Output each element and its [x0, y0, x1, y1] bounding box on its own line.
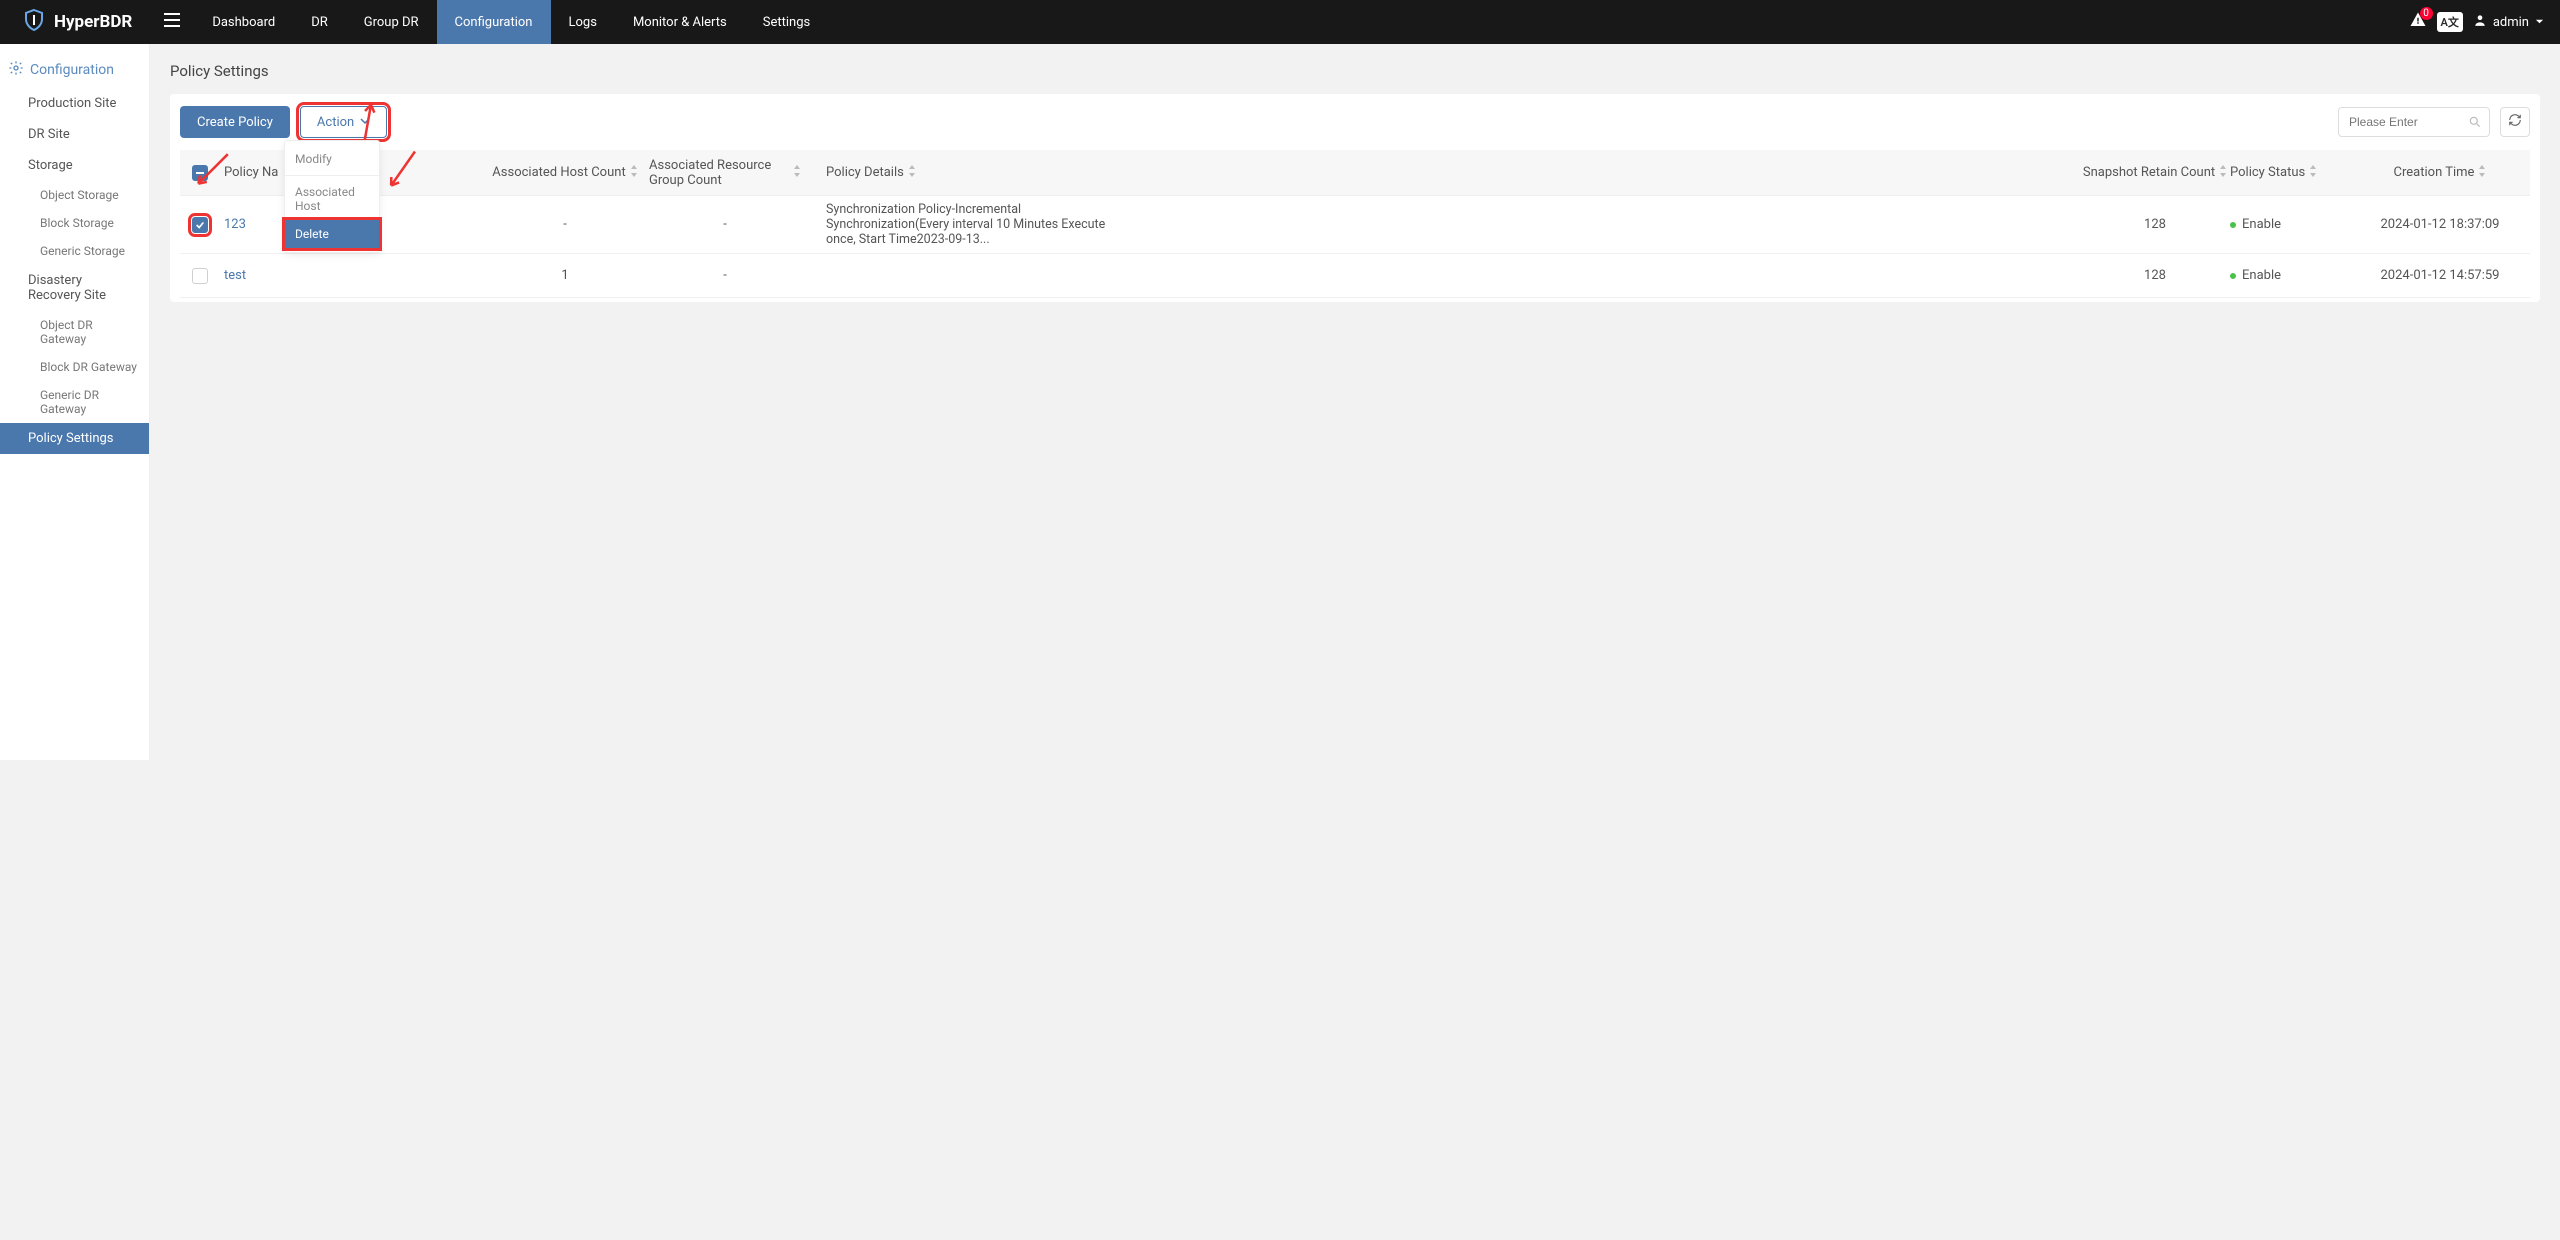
topbar: HyperBDR Dashboard DR Group DR Configura…	[0, 0, 2560, 44]
col-host-count[interactable]: Associated Host Count	[492, 165, 637, 181]
brand-text: HyperBDR	[54, 12, 132, 32]
cell-host-count: -	[490, 217, 640, 232]
action-label: Action	[317, 115, 354, 130]
user-menu[interactable]: admin	[2473, 13, 2544, 31]
sort-icon	[2309, 165, 2317, 181]
dropdown-item-associated-host[interactable]: Associated Host	[285, 178, 379, 220]
status-dot-icon	[2230, 273, 2236, 279]
nav-monitor-alerts[interactable]: Monitor & Alerts	[615, 0, 745, 44]
cell-creation-time: 2024-01-12 14:57:59	[2350, 268, 2530, 283]
search-wrap	[2338, 107, 2490, 137]
cell-snapshot-count: 128	[2080, 268, 2230, 283]
cell-creation-time: 2024-01-12 18:37:09	[2350, 217, 2530, 232]
sidebar-item-generic-storage[interactable]: Generic Storage	[0, 237, 149, 265]
sidebar-item-block-dr-gateway[interactable]: Block DR Gateway	[0, 353, 149, 381]
nav-group-dr[interactable]: Group DR	[346, 0, 437, 44]
sidebar-item-generic-dr-gateway[interactable]: Generic DR Gateway	[0, 381, 149, 423]
toolbar-right	[2338, 107, 2530, 137]
sort-icon	[630, 165, 638, 181]
sidebar-item-object-storage[interactable]: Object Storage	[0, 181, 149, 209]
sort-icon	[2478, 165, 2486, 181]
cell-snapshot-count: 128	[2080, 217, 2230, 232]
refresh-icon	[2508, 113, 2522, 131]
policy-table: Policy Na Associated Host Count Associat…	[180, 150, 2530, 298]
dropdown-item-modify[interactable]: Modify	[285, 145, 379, 173]
policy-panel: Create Policy Action Modify Associated H…	[170, 94, 2540, 302]
gear-icon	[8, 60, 24, 80]
refresh-button[interactable]	[2500, 107, 2530, 137]
cell-policy-details: Synchronization Policy-Incremental Synch…	[826, 202, 1106, 247]
col-policy-status[interactable]: Policy Status	[2230, 165, 2317, 181]
hamburger-icon	[163, 12, 181, 32]
body-layout: Configuration Production Site DR Site St…	[0, 44, 2560, 760]
top-nav: Dashboard DR Group DR Configuration Logs…	[194, 0, 828, 44]
sidebar-item-dr-site[interactable]: DR Site	[0, 119, 149, 150]
dropdown-item-delete[interactable]: Delete	[285, 220, 379, 248]
nav-logs[interactable]: Logs	[551, 0, 615, 44]
action-dropdown-button[interactable]: Action	[300, 106, 387, 138]
alerts-button[interactable]: 0	[2409, 11, 2427, 33]
alerts-count-badge: 0	[2420, 7, 2433, 20]
sidebar-header: Configuration	[0, 56, 149, 88]
brand-shield-icon	[22, 8, 46, 37]
select-all-checkbox[interactable]	[192, 165, 208, 181]
cell-res-group: -	[640, 268, 810, 283]
sidebar-item-policy-settings[interactable]: Policy Settings	[0, 423, 149, 454]
dropdown-divider	[285, 175, 379, 176]
cell-host-count: 1	[490, 268, 640, 283]
create-policy-button[interactable]: Create Policy	[180, 106, 290, 138]
policy-name-link[interactable]: 123	[224, 217, 246, 232]
row-checkbox[interactable]	[192, 268, 208, 284]
nav-dashboard[interactable]: Dashboard	[194, 0, 293, 44]
col-creation-time[interactable]: Creation Time	[2394, 165, 2487, 181]
row-checkbox[interactable]	[192, 217, 208, 233]
main-content: Policy Settings Create Policy Action Mod…	[150, 44, 2560, 760]
hamburger-menu-button[interactable]	[150, 0, 194, 44]
col-policy-name[interactable]: Policy Na	[224, 165, 278, 180]
policy-name-link[interactable]: test	[224, 268, 246, 283]
table-row: 123 - - Synchronization Policy-Increment…	[180, 196, 2530, 254]
sort-icon	[908, 165, 916, 181]
caret-down-icon	[2535, 15, 2544, 30]
user-icon	[2473, 13, 2487, 31]
col-policy-details[interactable]: Policy Details	[826, 165, 916, 181]
sidebar-item-production-site[interactable]: Production Site	[0, 88, 149, 119]
toolbar: Create Policy Action Modify Associated H…	[180, 106, 2530, 150]
sidebar-item-disaster-recovery-site[interactable]: Disastery Recovery Site	[0, 265, 149, 311]
nav-settings[interactable]: Settings	[745, 0, 828, 44]
nav-configuration[interactable]: Configuration	[437, 0, 551, 44]
sort-icon	[793, 165, 801, 181]
language-toggle[interactable]: A文	[2437, 12, 2463, 32]
sidebar-item-block-storage[interactable]: Block Storage	[0, 209, 149, 237]
cell-res-group: -	[640, 217, 810, 232]
status-dot-icon	[2230, 222, 2236, 228]
chevron-down-icon	[360, 115, 370, 130]
page-title: Policy Settings	[170, 62, 2540, 80]
sidebar-item-storage[interactable]: Storage	[0, 150, 149, 181]
col-snapshot-count[interactable]: Snapshot Retain Count	[2083, 165, 2227, 181]
action-dropdown-menu: Modify Associated Host Delete	[284, 140, 380, 253]
sidebar-header-label: Configuration	[30, 62, 114, 78]
cell-status: Enable	[2230, 268, 2350, 283]
table-row: test 1 - 128 Enable 2024-01-12 14:57:59	[180, 254, 2530, 298]
table-header-row: Policy Na Associated Host Count Associat…	[180, 150, 2530, 196]
brand: HyperBDR	[0, 8, 150, 37]
bell-alert-icon	[2409, 18, 2427, 33]
user-name: admin	[2493, 15, 2529, 30]
sidebar: Configuration Production Site DR Site St…	[0, 44, 150, 760]
topbar-right: 0 A文 admin	[2409, 11, 2560, 33]
cell-status: Enable	[2230, 217, 2350, 232]
col-resource-group[interactable]: Associated Resource Group Count	[649, 158, 801, 188]
sidebar-item-object-dr-gateway[interactable]: Object DR Gateway	[0, 311, 149, 353]
sort-icon	[2219, 165, 2227, 181]
nav-dr[interactable]: DR	[293, 0, 346, 44]
